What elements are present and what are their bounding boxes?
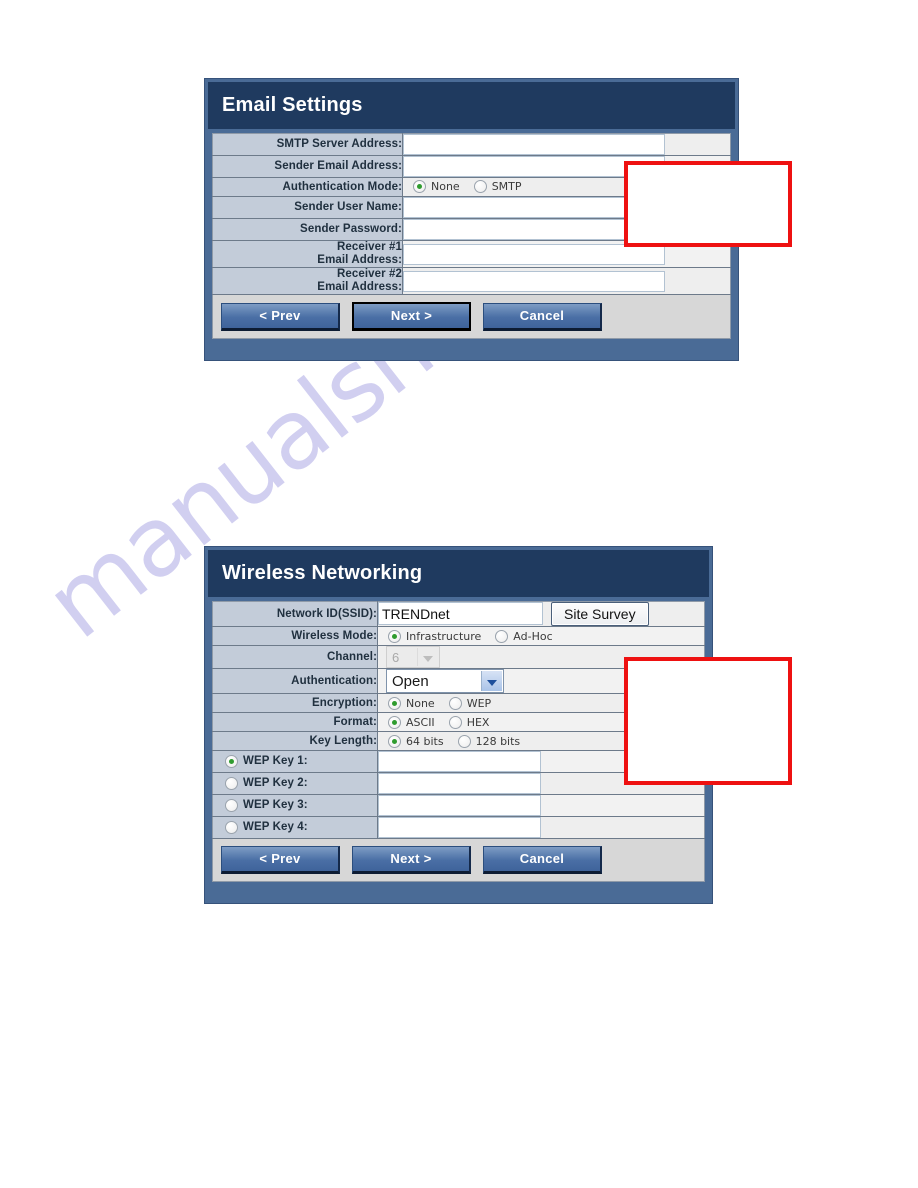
label-sender-user-name: Sender User Name: <box>212 196 403 219</box>
email-next-button[interactable]: Next > <box>352 302 471 331</box>
radio-key-length-64-label: 64 bits <box>406 734 444 748</box>
receiver-2-email-address-input[interactable] <box>403 270 665 292</box>
ssid-input[interactable] <box>378 602 543 625</box>
radio-format-hex-label: HEX <box>466 715 490 729</box>
callout-box-wireless <box>624 657 792 785</box>
field-network-id-ssid: Site Survey <box>377 601 705 628</box>
label-receiver-2-email-address: Receiver #2 Email Address: <box>212 267 403 295</box>
radio-adhoc-icon[interactable] <box>495 629 509 643</box>
email-panel-footer: < Prev Next > Cancel <box>212 295 731 339</box>
label-wep-key-2: WEP Key 2: <box>212 772 378 796</box>
label-receiver-2-line2: Email Address: <box>317 281 402 293</box>
channel-select: 6 <box>386 646 440 669</box>
authentication-select-value: Open <box>392 673 429 691</box>
email-panel-bottom-spacer <box>208 343 735 357</box>
wep-key-4-label-text: WEP Key 4: <box>243 821 308 833</box>
radio-auth-smtp-label: SMTP <box>491 180 522 194</box>
label-authentication-mode: Authentication Mode: <box>212 177 403 197</box>
table-row: Wireless Mode: Infrastructure Ad-Hoc <box>212 626 705 647</box>
radio-wep-key-4-icon[interactable] <box>225 821 238 834</box>
field-receiver-2-email-address <box>402 267 731 295</box>
radio-encryption-wep-label: WEP <box>466 696 492 710</box>
wep-key-3-label-text: WEP Key 3: <box>243 799 308 811</box>
wep-key-1-label-text: WEP Key 1: <box>243 755 308 767</box>
radio-encryption-none-icon[interactable] <box>388 696 401 710</box>
label-receiver-1-email-address: Receiver #1 Email Address: <box>212 240 403 268</box>
radio-infrastructure-icon[interactable] <box>388 629 401 643</box>
label-encryption: Encryption: <box>212 693 378 714</box>
radio-auth-smtp-icon[interactable] <box>473 180 487 194</box>
email-prev-button[interactable]: < Prev <box>221 303 340 331</box>
table-row: SMTP Server Address: <box>212 133 731 156</box>
table-row: WEP Key 4: <box>212 816 705 840</box>
label-wep-key-4: WEP Key 4: <box>212 816 378 840</box>
email-cancel-button[interactable]: Cancel <box>483 303 602 331</box>
site-survey-button[interactable]: Site Survey <box>551 602 649 627</box>
wireless-next-button[interactable]: Next > <box>352 846 471 875</box>
label-key-length: Key Length: <box>212 731 378 752</box>
smtp-server-address-input[interactable] <box>403 134 665 155</box>
label-wep-key-3: WEP Key 3: <box>212 794 378 818</box>
email-panel-title: Email Settings <box>208 82 735 129</box>
wireless-panel-bottom-spacer <box>208 886 709 901</box>
table-row: Network ID(SSID): Site Survey <box>212 601 705 628</box>
label-sender-password: Sender Password: <box>212 218 403 241</box>
radio-auth-none-label: None <box>431 180 460 194</box>
table-row: WEP Key 3: <box>212 794 705 818</box>
radio-wep-key-1-icon[interactable] <box>225 755 238 768</box>
field-wireless-mode: Infrastructure Ad-Hoc <box>377 626 705 647</box>
radio-format-ascii-icon[interactable] <box>388 715 401 729</box>
radio-key-length-128-icon[interactable] <box>457 734 471 748</box>
wireless-cancel-button[interactable]: Cancel <box>483 846 602 875</box>
wireless-prev-button[interactable]: < Prev <box>221 846 340 875</box>
wireless-panel-title: Wireless Networking <box>208 550 709 597</box>
wep-key-1-input[interactable] <box>378 751 541 773</box>
callout-box-email <box>624 161 792 247</box>
label-authentication: Authentication: <box>212 668 378 695</box>
field-wep-key-3 <box>377 794 705 818</box>
radio-key-length-128-label: 128 bits <box>475 734 521 748</box>
radio-format-ascii-label: ASCII <box>406 715 435 729</box>
label-receiver-1-line1: Receiver #1 <box>336 241 402 253</box>
chevron-down-icon[interactable] <box>481 671 502 692</box>
radio-adhoc-label: Ad-Hoc <box>513 629 553 643</box>
wep-key-2-input[interactable] <box>378 773 541 795</box>
field-wep-key-4 <box>377 816 705 840</box>
radio-infrastructure-label: Infrastructure <box>406 629 482 643</box>
label-channel: Channel: <box>212 645 378 670</box>
table-row: Receiver #2 Email Address: <box>212 267 731 295</box>
label-sender-email-address: Sender Email Address: <box>212 155 403 178</box>
wep-key-2-label-text: WEP Key 2: <box>243 777 308 789</box>
radio-auth-none-icon[interactable] <box>413 180 426 194</box>
radio-encryption-none-label: None <box>406 696 435 710</box>
radio-key-length-64-icon[interactable] <box>388 734 401 748</box>
label-smtp-server-address: SMTP Server Address: <box>212 133 403 156</box>
label-receiver-1-line2: Email Address: <box>317 254 402 266</box>
field-smtp-server-address <box>402 133 731 156</box>
label-format: Format: <box>212 712 378 733</box>
label-wep-key-1: WEP Key 1: <box>212 750 378 774</box>
wep-key-4-input[interactable] <box>378 817 541 839</box>
label-wireless-mode: Wireless Mode: <box>212 626 378 647</box>
radio-format-hex-icon[interactable] <box>448 715 462 729</box>
label-network-id-ssid: Network ID(SSID): <box>212 601 378 628</box>
radio-encryption-wep-icon[interactable] <box>448 696 462 710</box>
radio-wep-key-3-icon[interactable] <box>225 799 238 812</box>
chevron-down-icon <box>417 648 438 667</box>
wep-key-3-input[interactable] <box>378 795 541 817</box>
label-receiver-2-line1: Receiver #2 <box>336 268 402 280</box>
radio-wep-key-2-icon[interactable] <box>225 777 238 790</box>
authentication-select[interactable]: Open <box>386 669 504 694</box>
wireless-panel-footer: < Prev Next > Cancel <box>212 839 705 883</box>
